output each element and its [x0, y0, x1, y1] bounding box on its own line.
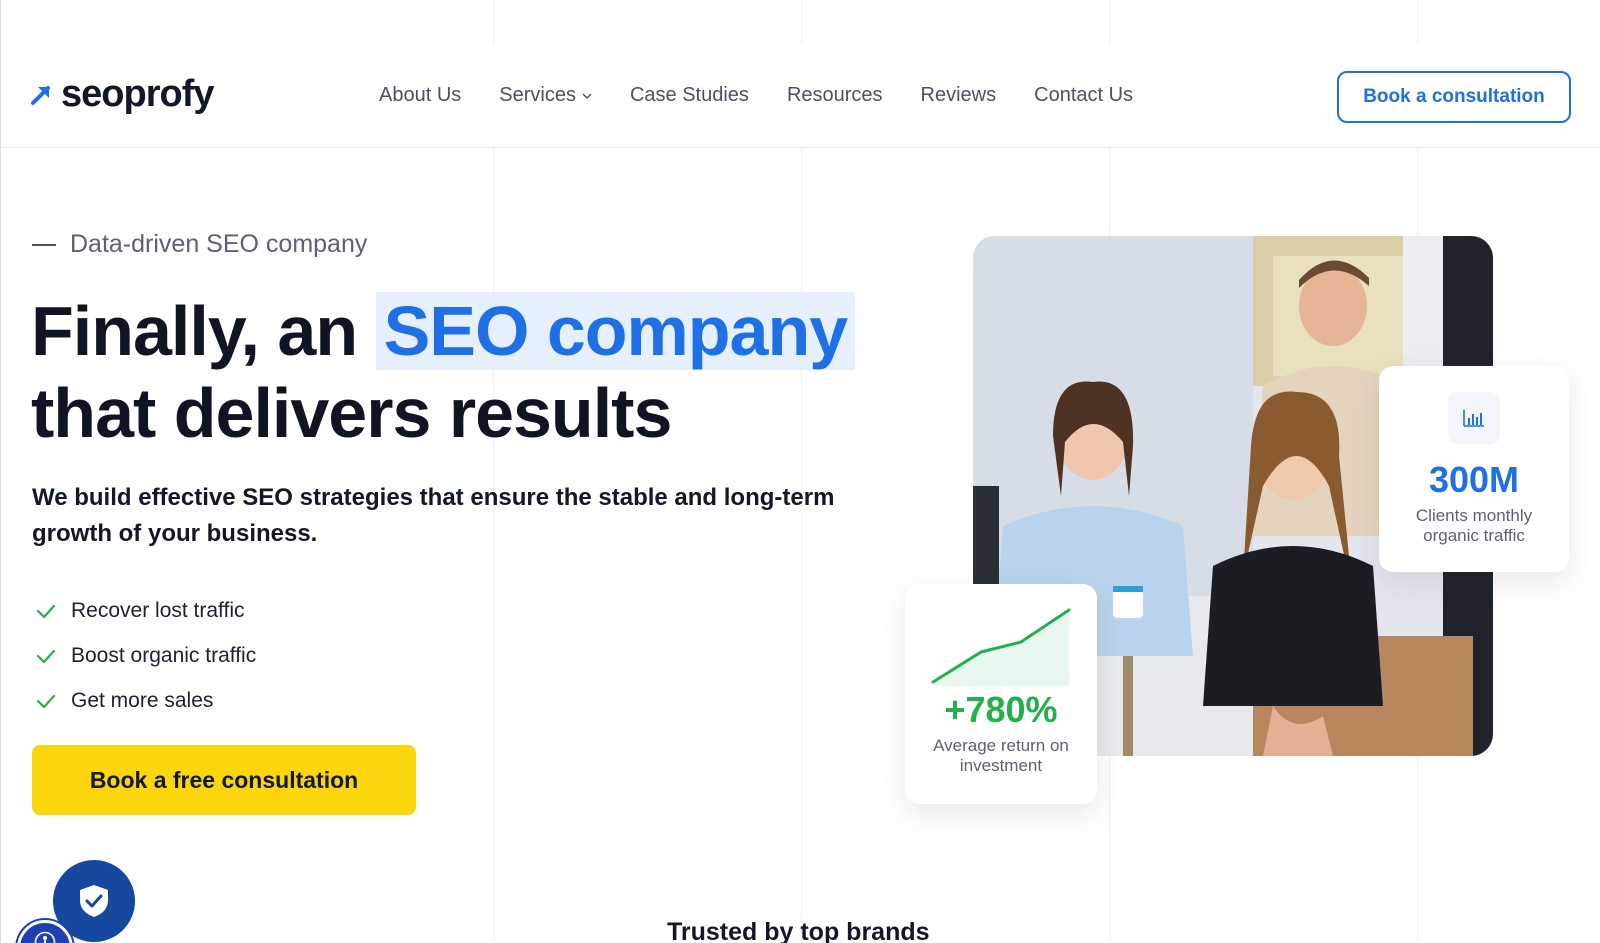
hero-headline: Finally, an SEO company that delivers re… [31, 290, 856, 454]
roi-stat-description: Average return on investment [933, 736, 1069, 775]
headline-part-1: Finally, an [31, 292, 376, 370]
nav-item-case-studies[interactable]: Case Studies [630, 84, 749, 107]
list-item: Get more sales [35, 678, 256, 723]
traffic-stat-description: Clients monthly organic traffic [1415, 506, 1533, 545]
traffic-stat-value: 300M [1428, 459, 1520, 500]
eyebrow-text: Data-driven SEO company [70, 230, 368, 258]
nav-item-contact-us[interactable]: Contact Us [1034, 84, 1133, 107]
nav-item-resources[interactable]: Resources [787, 84, 883, 107]
nav-label: Services [499, 84, 576, 106]
trusted-brands-heading: Trusted by top brands [667, 918, 930, 943]
headline-part-2: that delivers results [31, 374, 672, 452]
nav-label: Resources [786, 84, 883, 106]
accessibility-icon [34, 931, 56, 943]
list-item: Boost organic traffic [35, 633, 256, 678]
roi-stat-card: +780% Average return on investment [905, 584, 1097, 804]
book-consultation-button[interactable]: Book a consultation [1337, 71, 1571, 123]
nav-item-about-us[interactable]: About Us [379, 84, 461, 107]
hero-eyebrow: Data-driven SEO company [32, 230, 367, 259]
growth-line-icon [931, 608, 1071, 686]
main-nav: About Us Services Case Studies Resources… [379, 84, 1133, 107]
chevron-down-icon [582, 93, 592, 99]
logo-text: seoprofy [61, 73, 214, 115]
arrow-logo-icon [31, 86, 50, 105]
bar-chart-icon [1463, 410, 1484, 427]
logo[interactable]: seoprofy [31, 73, 214, 115]
nav-item-services[interactable]: Services [499, 84, 592, 107]
headline-highlight: SEO company [375, 292, 856, 370]
nav-label: Reviews [920, 84, 997, 106]
hero-subheadline: We build effective SEO strategies that e… [32, 484, 835, 547]
nav-item-reviews[interactable]: Reviews [921, 84, 997, 107]
eyebrow-dash [32, 243, 56, 246]
roi-stat-value: +780% [944, 689, 1058, 730]
nav-label: About Us [379, 84, 462, 106]
nav-label: Contact Us [1034, 84, 1134, 106]
checkmark-icon [36, 604, 56, 618]
bullet-text: Recover lost traffic [71, 598, 245, 622]
nav-label: Case Studies [629, 84, 749, 106]
book-free-consultation-button[interactable]: Book a free consultation [32, 745, 416, 815]
bullet-text: Boost organic traffic [71, 643, 257, 667]
page: seoprofy About Us Services Case Studies … [0, 0, 1600, 943]
traffic-stat-card: 300M Clients monthly organic traffic [1379, 366, 1569, 572]
shield-check-icon [80, 885, 108, 917]
site-header: seoprofy About Us Services Case Studies … [1, 44, 1600, 148]
checkmark-icon [36, 694, 56, 708]
bullet-text: Get more sales [71, 688, 214, 712]
list-item: Recover lost traffic [35, 588, 256, 633]
stat-icon-container [1448, 392, 1500, 444]
benefits-list: Recover lost traffic Boost organic traff… [35, 588, 256, 723]
checkmark-icon [36, 649, 56, 663]
